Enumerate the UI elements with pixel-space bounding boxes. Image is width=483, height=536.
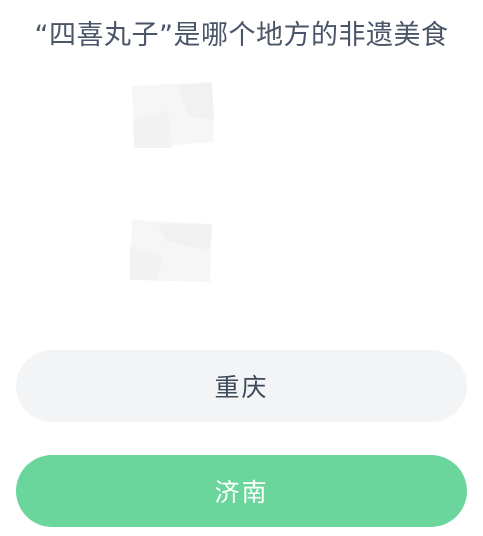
answer-option-chongqing[interactable]: 重庆	[16, 350, 467, 422]
broken-image-icon	[128, 80, 216, 150]
answer-option-jinan[interactable]: 济南	[16, 455, 467, 527]
question-text: “四喜丸子”是哪个地方的非遗美食	[34, 20, 449, 51]
broken-image-icon	[128, 216, 216, 286]
